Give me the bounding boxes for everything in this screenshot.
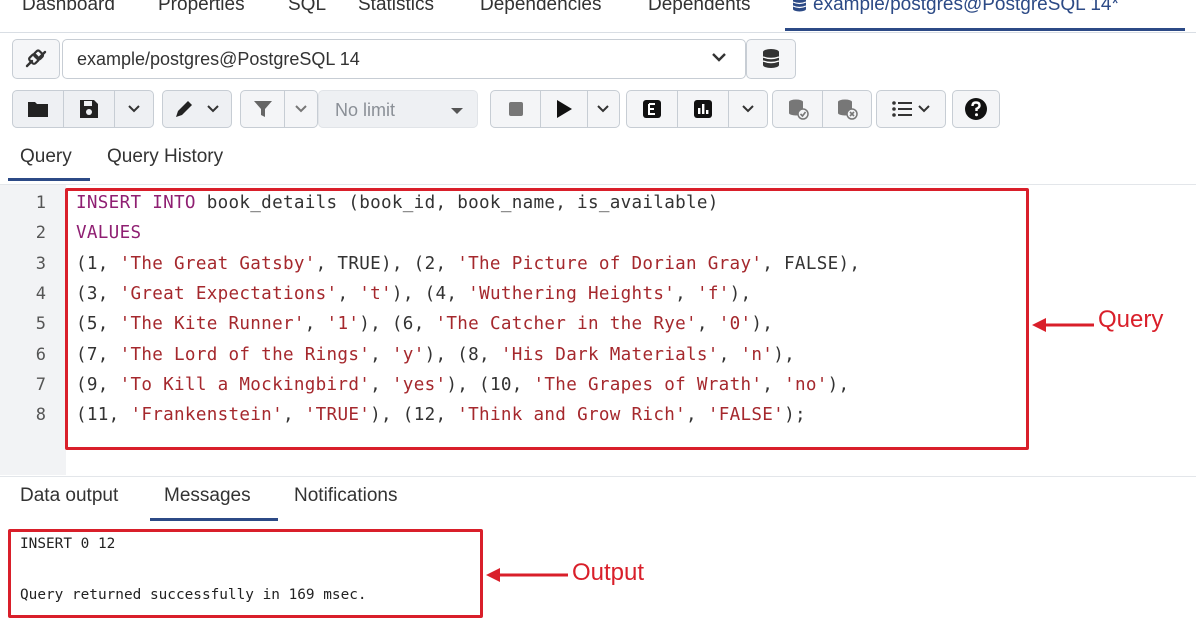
commit-icon bbox=[788, 99, 809, 120]
tab-properties[interactable]: Properties bbox=[158, 0, 245, 16]
rollback-button[interactable] bbox=[823, 90, 871, 128]
macros-button[interactable] bbox=[876, 90, 946, 128]
execute-button-group bbox=[490, 90, 620, 128]
save-options-dropdown[interactable] bbox=[115, 90, 153, 128]
line-number: 3 bbox=[35, 253, 46, 274]
database-icon bbox=[762, 49, 780, 68]
output-arrow-icon bbox=[486, 568, 568, 582]
line-number: 8 bbox=[35, 405, 46, 426]
explain-analyze-button[interactable] bbox=[678, 90, 728, 128]
chevron-down-icon bbox=[742, 105, 754, 113]
chevron-down-icon bbox=[207, 105, 219, 113]
query-tab-bar: Query Query History bbox=[0, 140, 1196, 185]
explain-analyze-icon bbox=[694, 100, 712, 118]
macros-icon bbox=[892, 101, 912, 117]
tab-data-output[interactable]: Data output bbox=[20, 485, 118, 507]
database-icon bbox=[792, 0, 807, 12]
explain-options-dropdown[interactable] bbox=[729, 90, 767, 128]
row-limit-value: No limit bbox=[335, 100, 396, 120]
line-number: 6 bbox=[35, 344, 46, 365]
edit-button[interactable] bbox=[162, 90, 232, 128]
query-annotation-label: Query bbox=[1098, 306, 1164, 333]
tab-messages[interactable]: Messages bbox=[164, 485, 251, 507]
execute-options-dropdown[interactable] bbox=[588, 90, 620, 128]
output-tab-bar: Data output Messages Notifications bbox=[0, 476, 1196, 522]
line-number: 4 bbox=[35, 283, 46, 304]
tab-dependencies[interactable]: Dependencies bbox=[480, 0, 601, 16]
chevron-down-icon bbox=[128, 105, 140, 113]
row-limit-select[interactable]: No limit bbox=[318, 90, 478, 128]
query-highlight-box bbox=[65, 188, 1029, 450]
transaction-button-group bbox=[772, 90, 872, 128]
line-number: 1 bbox=[35, 193, 46, 213]
line-number: 7 bbox=[35, 374, 46, 395]
new-connection-button[interactable] bbox=[746, 39, 796, 79]
chevron-down-icon bbox=[712, 53, 726, 62]
active-tab-indicator bbox=[8, 178, 90, 181]
connection-bar: example/postgres@PostgreSQL 14 bbox=[12, 37, 798, 79]
tab-dependents[interactable]: Dependents bbox=[648, 0, 750, 16]
line-number: 2 bbox=[35, 223, 46, 244]
tab-statistics[interactable]: Statistics bbox=[358, 0, 434, 16]
tab-notifications[interactable]: Notifications bbox=[294, 485, 398, 507]
help-button[interactable] bbox=[952, 90, 1000, 128]
chevron-down-icon bbox=[295, 105, 307, 113]
explain-icon bbox=[643, 100, 661, 118]
rollback-icon bbox=[837, 99, 858, 120]
filter-button-group bbox=[240, 90, 318, 128]
explain-button-group bbox=[626, 90, 768, 128]
commit-button[interactable] bbox=[774, 90, 822, 128]
line-number-gutter: 1 2 3 4 5 6 7 8 bbox=[0, 185, 66, 475]
tab-query-tool[interactable]: example/postgres@PostgreSQL 14* bbox=[792, 0, 1119, 16]
active-tab-indicator bbox=[785, 28, 1185, 31]
help-icon bbox=[965, 98, 987, 120]
line-number: 5 bbox=[35, 314, 46, 335]
tab-query-tool-label: example/postgres@PostgreSQL 14* bbox=[813, 0, 1119, 15]
output-annotation-label: Output bbox=[572, 559, 645, 586]
connection-link-icon bbox=[25, 49, 47, 68]
query-arrow-icon bbox=[1032, 318, 1094, 332]
chevron-down-icon bbox=[597, 105, 609, 113]
chevron-down-icon bbox=[918, 105, 930, 113]
tab-sql[interactable]: SQL bbox=[288, 0, 326, 16]
tab-query-history[interactable]: Query History bbox=[107, 146, 223, 168]
save-file-button[interactable] bbox=[64, 90, 114, 128]
file-button-group bbox=[12, 90, 154, 128]
tab-query[interactable]: Query bbox=[20, 146, 72, 168]
connection-status-button[interactable] bbox=[12, 39, 60, 79]
connection-select-value: example/postgres@PostgreSQL 14 bbox=[77, 49, 360, 69]
filter-options-dropdown[interactable] bbox=[285, 90, 317, 128]
filter-button[interactable] bbox=[241, 90, 284, 128]
save-icon bbox=[80, 100, 98, 118]
query-toolbar: No limit bbox=[12, 88, 1192, 132]
top-tab-bar: Dashboard Properties SQL Statistics Depe… bbox=[0, 0, 1196, 33]
play-icon bbox=[556, 100, 572, 118]
stop-icon bbox=[508, 102, 523, 116]
caret-down-icon bbox=[451, 108, 463, 114]
execute-button[interactable] bbox=[541, 90, 586, 128]
tab-dashboard[interactable]: Dashboard bbox=[22, 0, 115, 16]
stop-button[interactable] bbox=[491, 90, 540, 128]
filter-icon bbox=[253, 101, 272, 117]
open-file-button[interactable] bbox=[13, 90, 63, 128]
connection-select[interactable]: example/postgres@PostgreSQL 14 bbox=[62, 39, 746, 79]
folder-icon bbox=[28, 102, 48, 117]
explain-button[interactable] bbox=[627, 90, 677, 128]
output-highlight-box bbox=[8, 529, 483, 618]
pencil-icon bbox=[176, 101, 192, 117]
